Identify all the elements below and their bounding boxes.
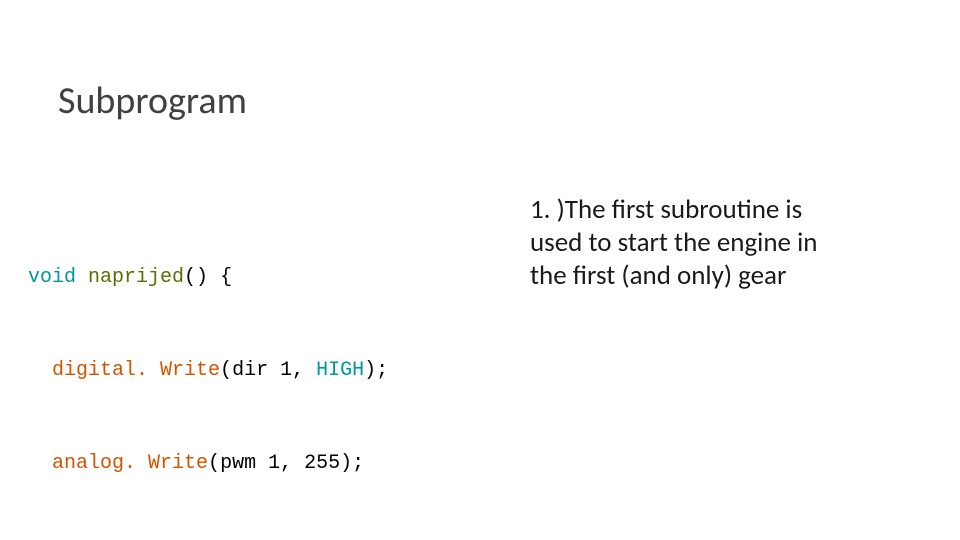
arg-dir1: dir 1 bbox=[232, 359, 292, 382]
semi: ; bbox=[376, 359, 388, 382]
lp: ( bbox=[208, 452, 220, 475]
builtin-digitalwrite: digital. Write bbox=[52, 359, 220, 382]
paren-open: () bbox=[184, 266, 208, 289]
keyword-void: void bbox=[28, 266, 76, 289]
const-high: HIGH bbox=[316, 359, 364, 382]
slide: Subprogram void naprijed() { digital. Wr… bbox=[0, 0, 960, 540]
semi: ; bbox=[352, 452, 364, 475]
function-name: naprijed bbox=[88, 266, 184, 289]
comma: , bbox=[292, 359, 316, 382]
lp: ( bbox=[220, 359, 232, 382]
code-line-3: analog. Write(pwm 1, 255); bbox=[28, 448, 388, 479]
description-text: 1. )The first subroutine is used to star… bbox=[530, 194, 840, 293]
builtin-analogwrite: analog. Write bbox=[52, 452, 208, 475]
rp: ) bbox=[364, 359, 376, 382]
code-line-2: digital. Write(dir 1, HIGH); bbox=[28, 355, 388, 386]
comma: , bbox=[280, 452, 304, 475]
num-255: 255 bbox=[304, 452, 340, 475]
code-line-1: void naprijed() { bbox=[28, 262, 388, 293]
code-block: void naprijed() { digital. Write(dir 1, … bbox=[28, 200, 388, 540]
brace-open: { bbox=[208, 266, 232, 289]
arg-pwm1: pwm 1 bbox=[220, 452, 280, 475]
rp: ) bbox=[340, 452, 352, 475]
slide-title: Subprogram bbox=[58, 78, 247, 124]
